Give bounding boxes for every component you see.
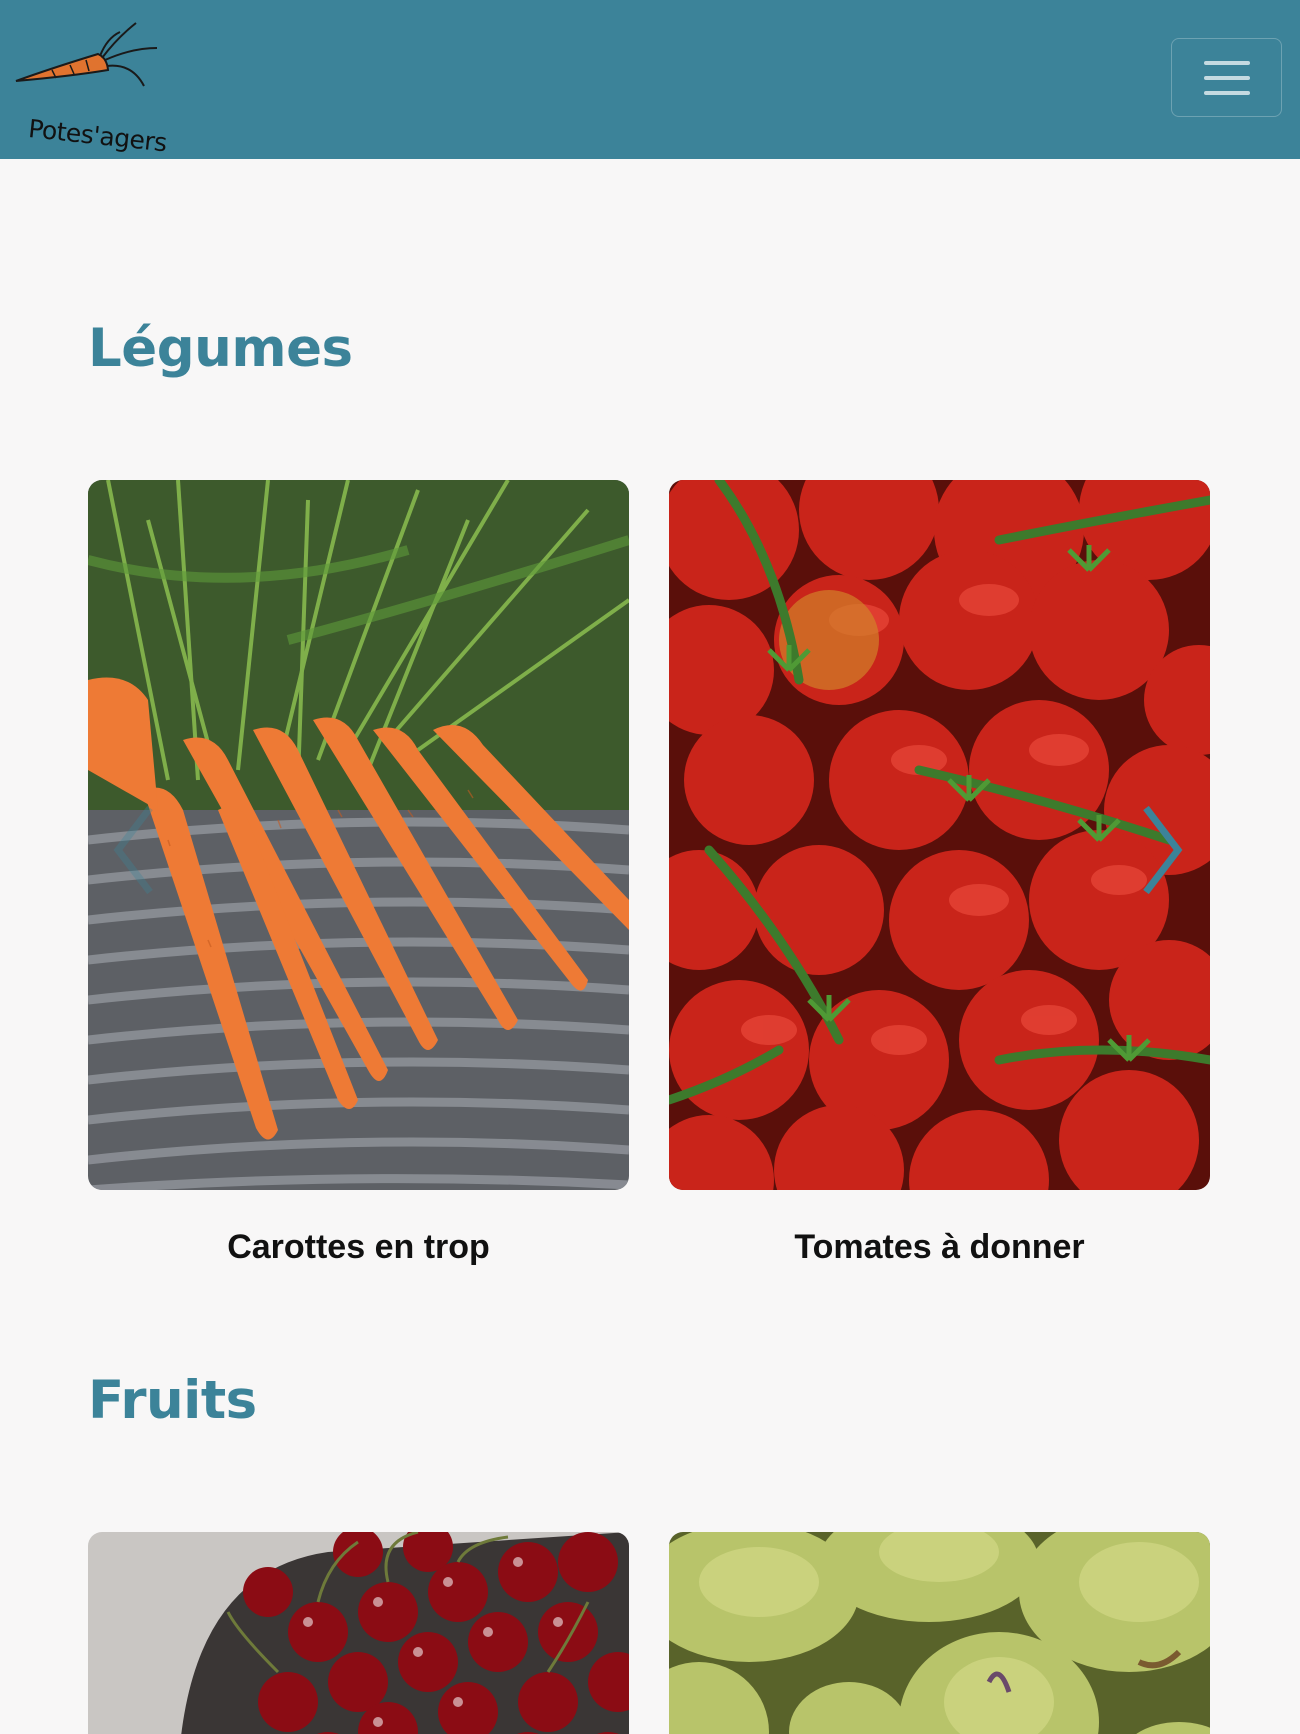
hamburger-icon-line [1204, 91, 1250, 95]
tomatoes-photo[interactable] [669, 480, 1210, 1190]
hamburger-icon [1204, 61, 1250, 65]
chevron-left-icon[interactable] [108, 800, 164, 900]
section-title-fruits: Fruits [88, 1370, 257, 1431]
brand-logo[interactable]: Potes'agers [12, 18, 168, 157]
carrots-photo[interactable] [88, 480, 629, 1190]
card-caption-tomatoes[interactable]: Tomates à donner [669, 1228, 1210, 1267]
chevron-right-icon[interactable] [1132, 800, 1188, 900]
cherries-photo[interactable] [88, 1532, 629, 1734]
navbar: Potes'agers [0, 0, 1300, 159]
section-title-legumes: Légumes [88, 318, 353, 379]
pears-photo[interactable] [669, 1532, 1210, 1734]
card-caption-carrots[interactable]: Carottes en trop [88, 1228, 629, 1267]
menu-toggle-button[interactable] [1171, 38, 1282, 117]
hamburger-icon-line [1204, 76, 1250, 80]
